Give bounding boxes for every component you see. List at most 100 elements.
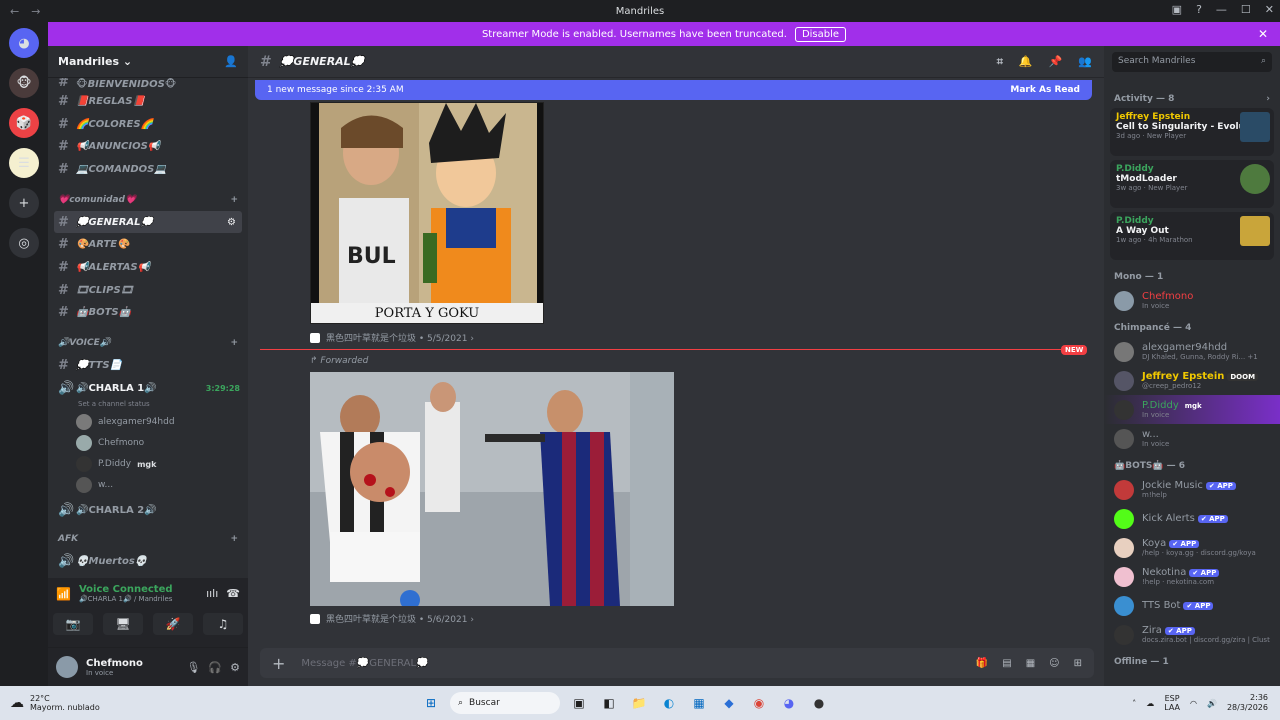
- activities-icon[interactable]: 🚀: [153, 613, 193, 635]
- emoji-icon[interactable]: ☺: [1049, 658, 1059, 669]
- member-row[interactable]: TTS Bot ✔ APP: [1104, 591, 1280, 620]
- activity-header[interactable]: Activity — 8 ›: [1104, 86, 1280, 108]
- member-row[interactable]: Koya ✔ APP/help · koya.gg · discord.gg/ko…: [1104, 533, 1280, 562]
- tray-icon[interactable]: ☁: [1146, 699, 1154, 708]
- soundboard-icon[interactable]: ♫: [203, 613, 243, 635]
- category-afk[interactable]: AFK +: [48, 528, 248, 550]
- add-channel-icon[interactable]: +: [230, 338, 238, 348]
- server-red-icon[interactable]: 🎲: [9, 108, 39, 138]
- message-input[interactable]: Message #💭GENERAL💭: [301, 658, 428, 669]
- channel-arte[interactable]: # 🎨ARTE🎨: [48, 233, 248, 256]
- channel-colores[interactable]: # 🌈COLORES🌈: [48, 113, 248, 136]
- channel-clips[interactable]: # 🎞CLIPS🎞: [48, 279, 248, 302]
- camera-icon[interactable]: 📷: [53, 613, 93, 635]
- voice-channel-charla1[interactable]: 🔊 🔊CHARLA 1🔊 3:29:28: [48, 377, 248, 400]
- member-row[interactable]: Kick Alerts ✔ APP: [1104, 504, 1280, 533]
- activity-card[interactable]: P.Diddy tModLoader 3w ago · New Player: [1110, 160, 1274, 208]
- file-explorer-icon[interactable]: 📁: [628, 692, 650, 714]
- channel-reglas[interactable]: # 📕REGLAS📕: [48, 90, 248, 113]
- apps-icon[interactable]: ⊞: [1074, 658, 1082, 669]
- voice-status[interactable]: Voice Connected: [79, 584, 173, 595]
- widgets-icon[interactable]: ◧: [598, 692, 620, 714]
- channel-comandos[interactable]: # 💻COMANDOS💻: [48, 158, 248, 181]
- discord-home-icon[interactable]: ◕: [9, 28, 39, 58]
- channel-bienvenidos[interactable]: # 🐵BIENVENIDOS🐵: [48, 78, 248, 90]
- member-list-icon[interactable]: 👥: [1078, 55, 1092, 69]
- wifi-icon[interactable]: ◠: [1190, 699, 1197, 708]
- channel-status[interactable]: Set a channel status: [48, 400, 248, 412]
- explore-icon[interactable]: ◎: [9, 228, 39, 258]
- new-messages-bar[interactable]: 1 new message since 2:35 AM Mark As Read: [255, 80, 1092, 100]
- server-light-icon[interactable]: ☰: [9, 148, 39, 178]
- voice-user[interactable]: alexgamer94hdd: [48, 412, 248, 433]
- disable-button[interactable]: Disable: [794, 26, 847, 42]
- category-comunidad[interactable]: 💗comunidad💗 +: [48, 189, 248, 211]
- gift-icon[interactable]: 🎁: [976, 658, 988, 669]
- server-mandriles-icon[interactable]: 🐵: [9, 68, 39, 98]
- pin-icon[interactable]: 📌: [1049, 55, 1063, 69]
- member-row[interactable]: alexgamer94hdd DJ Khaled, Gunna, Roddy Ri…: [1104, 337, 1280, 366]
- taskbar-search[interactable]: ⌕ Buscar: [450, 692, 560, 714]
- voice-user[interactable]: w...: [48, 475, 248, 496]
- message-meta-1[interactable]: 黑色四叶草就是个垃圾 • 5/5/2021 ›: [310, 331, 474, 344]
- back-arrow-icon[interactable]: ←: [10, 5, 19, 18]
- minimize-button[interactable]: —: [1216, 3, 1227, 16]
- discord-taskbar-icon[interactable]: ◕: [778, 692, 800, 714]
- add-server-icon[interactable]: +: [9, 188, 39, 218]
- activity-card[interactable]: Jeffrey Epstein Cell to Singularity - Ev…: [1110, 108, 1274, 156]
- category-voice[interactable]: 🔊VOICE🔊 +: [48, 332, 248, 354]
- weather-widget[interactable]: ☁ 22°C Mayorm. nublado: [0, 694, 180, 712]
- app-icon[interactable]: ◆: [718, 692, 740, 714]
- member-row[interactable]: Jeffrey Epstein DOOM @creep_pedro12: [1104, 366, 1280, 395]
- task-view-icon[interactable]: ▣: [568, 692, 590, 714]
- voice-user[interactable]: Chefmono: [48, 433, 248, 454]
- add-attachment-icon[interactable]: +: [272, 654, 285, 673]
- add-channel-icon[interactable]: +: [230, 534, 238, 544]
- message-composer[interactable]: + Message #💭GENERAL💭 🎁 ▤ ▦ ☺ ⊞: [260, 648, 1094, 678]
- channel-alertas[interactable]: # 📢ALERTAS📢: [48, 256, 248, 279]
- close-button[interactable]: ✕: [1265, 3, 1274, 16]
- voice-location[interactable]: 🔊CHARLA 1🔊 / Mandriles: [79, 595, 173, 603]
- member-row[interactable]: Chefmono In voice: [1104, 286, 1280, 315]
- headphones-icon[interactable]: 🎧: [208, 661, 222, 674]
- channel-tts[interactable]: # 💭TTS📄: [48, 354, 248, 377]
- screen-share-icon[interactable]: 🖥: [103, 613, 143, 635]
- add-channel-icon[interactable]: +: [230, 195, 238, 205]
- add-member-icon[interactable]: 👤: [224, 55, 238, 68]
- chevron-up-icon[interactable]: ˄: [1132, 699, 1136, 708]
- voice-channel-muertos[interactable]: 🔊 💀Muertos💀: [48, 550, 248, 573]
- store-icon[interactable]: ▦: [688, 692, 710, 714]
- meme-image-porta-goku[interactable]: BUL PORTA Y GOKU: [310, 102, 544, 324]
- notification-bell-icon[interactable]: 🔔: [1019, 55, 1033, 69]
- windows-start-icon[interactable]: ⊞: [420, 692, 442, 714]
- close-banner-icon[interactable]: ✕: [1258, 27, 1268, 41]
- forward-arrow-icon[interactable]: →: [31, 5, 40, 18]
- mark-as-read-button[interactable]: Mark As Read: [1010, 85, 1080, 95]
- activity-card[interactable]: P.Diddy A Way Out 1w ago · 4h Marathon: [1110, 212, 1274, 260]
- server-header[interactable]: Mandriles ⌄ 👤: [48, 46, 248, 78]
- settings-icon[interactable]: ⚙: [227, 217, 236, 228]
- user-settings-icon[interactable]: ⚙: [230, 661, 240, 674]
- app-icon[interactable]: ●: [808, 692, 830, 714]
- chevron-right-icon[interactable]: ›: [1266, 94, 1270, 104]
- avatar[interactable]: [56, 656, 78, 678]
- microphone-icon[interactable]: 🎙: [186, 661, 200, 674]
- channel-anuncios[interactable]: # 📢ANUNCIOS📢: [48, 135, 248, 158]
- noise-suppression-icon[interactable]: ıılı: [206, 587, 218, 600]
- channel-bots[interactable]: # 🤖BOTS🤖: [48, 302, 248, 325]
- voice-user[interactable]: P.Diddy mgk: [48, 454, 248, 475]
- search-input[interactable]: Search Mandriles ⌕: [1112, 52, 1272, 72]
- clock[interactable]: 2:36 28/3/2026: [1227, 693, 1268, 713]
- help-icon[interactable]: ?: [1196, 3, 1202, 16]
- member-row[interactable]: Nekotina ✔ APP !help · nekotina.com: [1104, 562, 1280, 591]
- member-row[interactable]: w... In voice: [1104, 424, 1280, 453]
- gif-icon[interactable]: ▤: [1002, 658, 1011, 669]
- threads-icon[interactable]: ⌗: [997, 55, 1003, 69]
- edge-icon[interactable]: ◐: [658, 692, 680, 714]
- message-meta-2[interactable]: 黑色四叶草就是个垃圾 • 5/6/2021 ›: [310, 612, 474, 625]
- maximize-button[interactable]: ☐: [1241, 3, 1251, 16]
- inbox-icon[interactable]: ▣: [1172, 3, 1182, 16]
- voice-channel-charla2[interactable]: 🔊 🔊CHARLA 2🔊: [48, 500, 248, 523]
- channel-general[interactable]: # 💭GENERAL💭 ⚙: [54, 210, 242, 234]
- member-row[interactable]: Jockie Music ✔ APP m!help: [1104, 475, 1280, 504]
